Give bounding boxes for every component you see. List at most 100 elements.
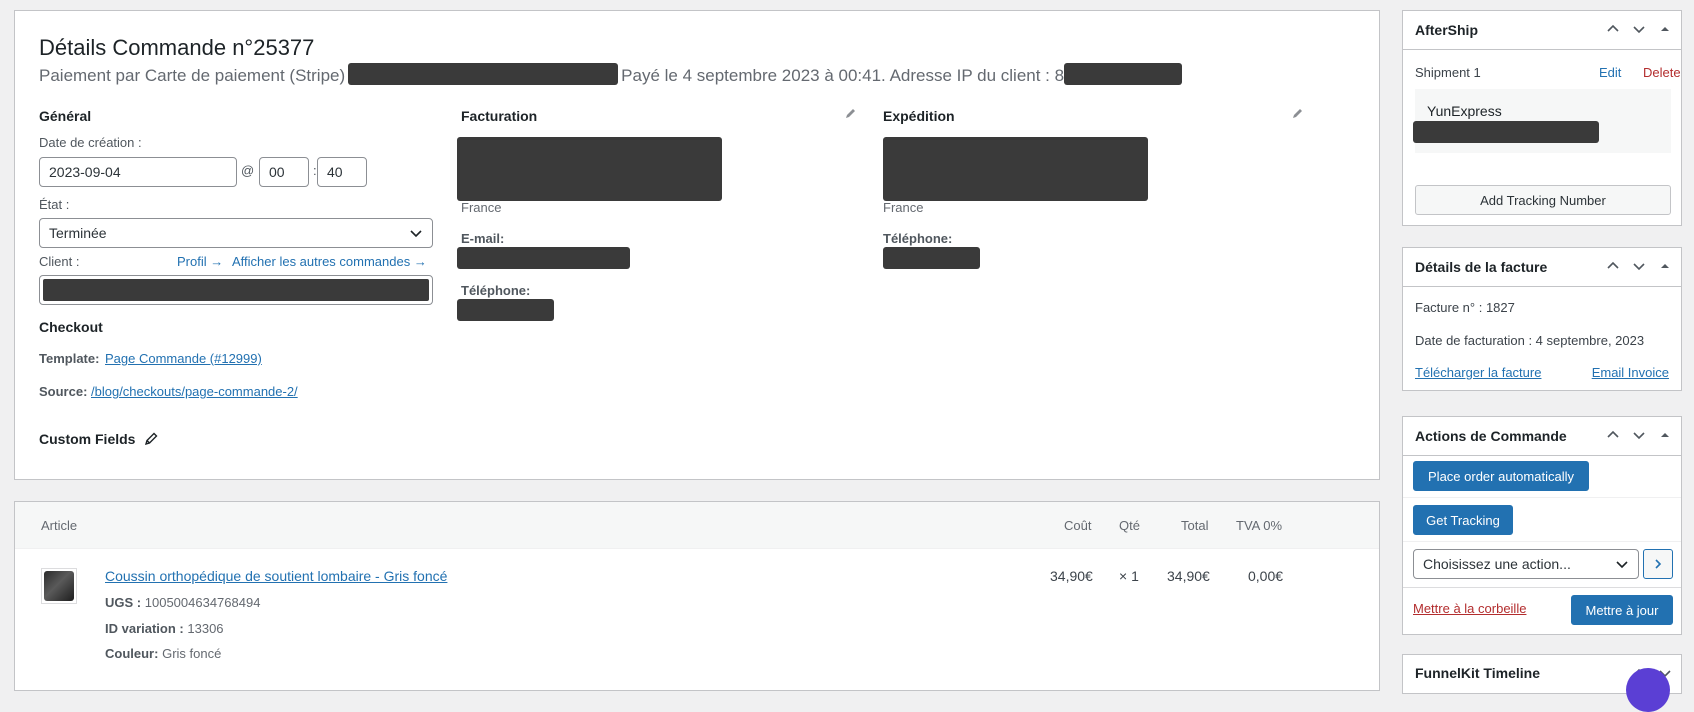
order-action-select[interactable]: Choisissez une action... (1413, 549, 1639, 579)
chevron-down-icon[interactable] (1631, 21, 1647, 37)
divider (1403, 587, 1681, 588)
item-total: 34,90€ (1167, 568, 1210, 584)
chevron-down-icon[interactable] (1631, 258, 1647, 274)
invoice-title: Détails de la facture (1415, 259, 1548, 275)
at-symbol: @ (241, 163, 255, 178)
page-title: Détails Commande n°25377 (39, 35, 315, 60)
collapse-toggle-icon[interactable] (1657, 21, 1673, 37)
minute-input[interactable]: 40 (317, 157, 367, 187)
edit-shipping-pencil-icon[interactable] (1291, 106, 1305, 120)
general-heading: Général (39, 108, 92, 124)
update-button[interactable]: Mettre à jour (1571, 595, 1673, 625)
add-tracking-button[interactable]: Add Tracking Number (1415, 185, 1671, 215)
aftership-box-header: AfterShip (1403, 11, 1681, 50)
invoice-box-header: Détails de la facture (1403, 248, 1681, 287)
redacted-ip (1064, 63, 1183, 85)
status-select[interactable]: Terminée (39, 218, 433, 248)
order-actions-box-header: Actions de Commande (1403, 417, 1681, 456)
billing-country: France (461, 200, 502, 215)
redacted-shipping-phone (883, 247, 980, 269)
other-orders-link[interactable]: Afficher les autres commandes → (232, 254, 427, 269)
divider (1403, 497, 1681, 498)
col-article[interactable]: Article (41, 518, 77, 533)
chevron-down-icon (1616, 561, 1628, 569)
invoice-number: Facture n° : 1827 (1415, 300, 1515, 315)
chevron-up-icon[interactable] (1605, 21, 1621, 37)
order-details-panel: Détails Commande n°25377 Paiement par Ca… (14, 10, 1380, 480)
redacted-billing-phone (457, 299, 554, 321)
col-total[interactable]: Total (1181, 518, 1208, 533)
shipping-phone-label: Téléphone: (883, 231, 953, 246)
billing-email-label: E-mail: (461, 231, 505, 246)
chevron-up-icon[interactable] (1605, 427, 1621, 443)
status-label: État : (39, 197, 70, 212)
shipping-country: France (883, 200, 924, 215)
funnelkit-title: FunnelKit Timeline (1415, 665, 1540, 681)
item-sku: UGS : 1005004634768494 (105, 595, 261, 610)
chevron-down-icon[interactable] (1631, 427, 1647, 443)
payment-method: Paiement par Carte de paiement (Stripe) (39, 66, 346, 85)
redacted-transaction-id (348, 63, 619, 85)
chevron-up-icon[interactable] (1605, 258, 1621, 274)
download-invoice-link[interactable]: Télécharger la facture (1415, 365, 1541, 380)
aftership-title: AfterShip (1415, 22, 1478, 38)
trash-link[interactable]: Mettre à la corbeille (1413, 601, 1526, 616)
item-tax: 0,00€ (1248, 568, 1284, 584)
custom-fields-label: Custom Fields (39, 431, 136, 447)
shipment-card: YunExpress (1413, 89, 1671, 153)
item-qty: × 1 (1119, 568, 1139, 584)
order-actions-title: Actions de Commande (1415, 428, 1567, 444)
client-select[interactable] (39, 275, 433, 305)
client-profile-link[interactable]: Profil → (177, 254, 223, 269)
item-variation: ID variation : 13306 (105, 621, 224, 636)
chat-bubble-icon[interactable] (1626, 668, 1670, 712)
invoice-date: Date de facturation : 4 septembre, 2023 (1415, 333, 1645, 348)
checkout-heading: Checkout (39, 319, 103, 335)
product-name-link[interactable]: Coussin orthopédique de soutient lombair… (105, 568, 447, 584)
email-invoice-link[interactable]: Email Invoice (1592, 365, 1669, 380)
place-order-automatically-button[interactable]: Place order automatically (1413, 461, 1589, 491)
shipment-delete-link[interactable]: Delete (1643, 65, 1681, 80)
date-created-label: Date de création : (39, 135, 142, 150)
col-tax[interactable]: TVA 0% (1236, 518, 1282, 533)
client-label: Client : (39, 254, 80, 269)
get-tracking-button[interactable]: Get Tracking (1413, 505, 1513, 535)
redacted-client (43, 279, 429, 301)
divider (1403, 541, 1681, 542)
chevron-down-icon (410, 230, 422, 238)
apply-action-button[interactable] (1643, 549, 1673, 579)
shipment-edit-link[interactable]: Edit (1599, 65, 1621, 80)
billing-phone-label: Téléphone: (461, 283, 531, 298)
item-cost: 34,90€ (1050, 568, 1093, 584)
shipping-heading: Expédition (883, 108, 955, 124)
redacted-billing-email (457, 247, 630, 269)
col-cost[interactable]: Coût (1064, 518, 1091, 533)
redacted-tracking-number (1413, 121, 1599, 143)
template-link[interactable]: Page Commande (#12999) (105, 351, 262, 366)
shipment-label: Shipment 1 (1415, 65, 1481, 80)
pencil-icon[interactable] (143, 431, 159, 447)
product-thumbnail[interactable] (41, 568, 77, 604)
source-link[interactable]: /blog/checkouts/page-commande-2/ (91, 384, 298, 399)
redacted-shipping-address (883, 137, 1148, 201)
items-table-header: Article Coût Qté Total TVA 0% (15, 502, 1379, 549)
billing-heading: Facturation (461, 108, 538, 124)
order-meta: Paiement par Carte de paiement (Stripe) P… (39, 63, 1183, 86)
item-color: Couleur: Gris foncé (105, 646, 222, 661)
collapse-toggle-icon[interactable] (1657, 427, 1673, 443)
paid-date: Payé le 4 septembre 2023 à 00:41. Adress… (621, 66, 1065, 85)
chevron-right-icon (1655, 559, 1662, 569)
date-created-input[interactable]: 2023-09-04 (39, 157, 237, 187)
source-label: Source: (39, 384, 88, 399)
custom-fields[interactable]: Custom Fields (39, 431, 159, 447)
collapse-toggle-icon[interactable] (1657, 258, 1673, 274)
order-items-panel: Article Coût Qté Total TVA 0% Coussin or… (14, 501, 1380, 691)
invoice-box: Détails de la facture Facture n° : 1827 … (1402, 247, 1682, 391)
order-actions-box: Actions de Commande Place order automati… (1402, 416, 1682, 635)
carrier-name: YunExpress (1427, 103, 1502, 119)
hour-input[interactable]: 00 (259, 157, 309, 187)
edit-billing-pencil-icon[interactable] (844, 106, 858, 120)
template-label: Template: (39, 351, 100, 366)
col-qty[interactable]: Qté (1119, 518, 1140, 533)
cushion-image-icon (44, 571, 74, 601)
